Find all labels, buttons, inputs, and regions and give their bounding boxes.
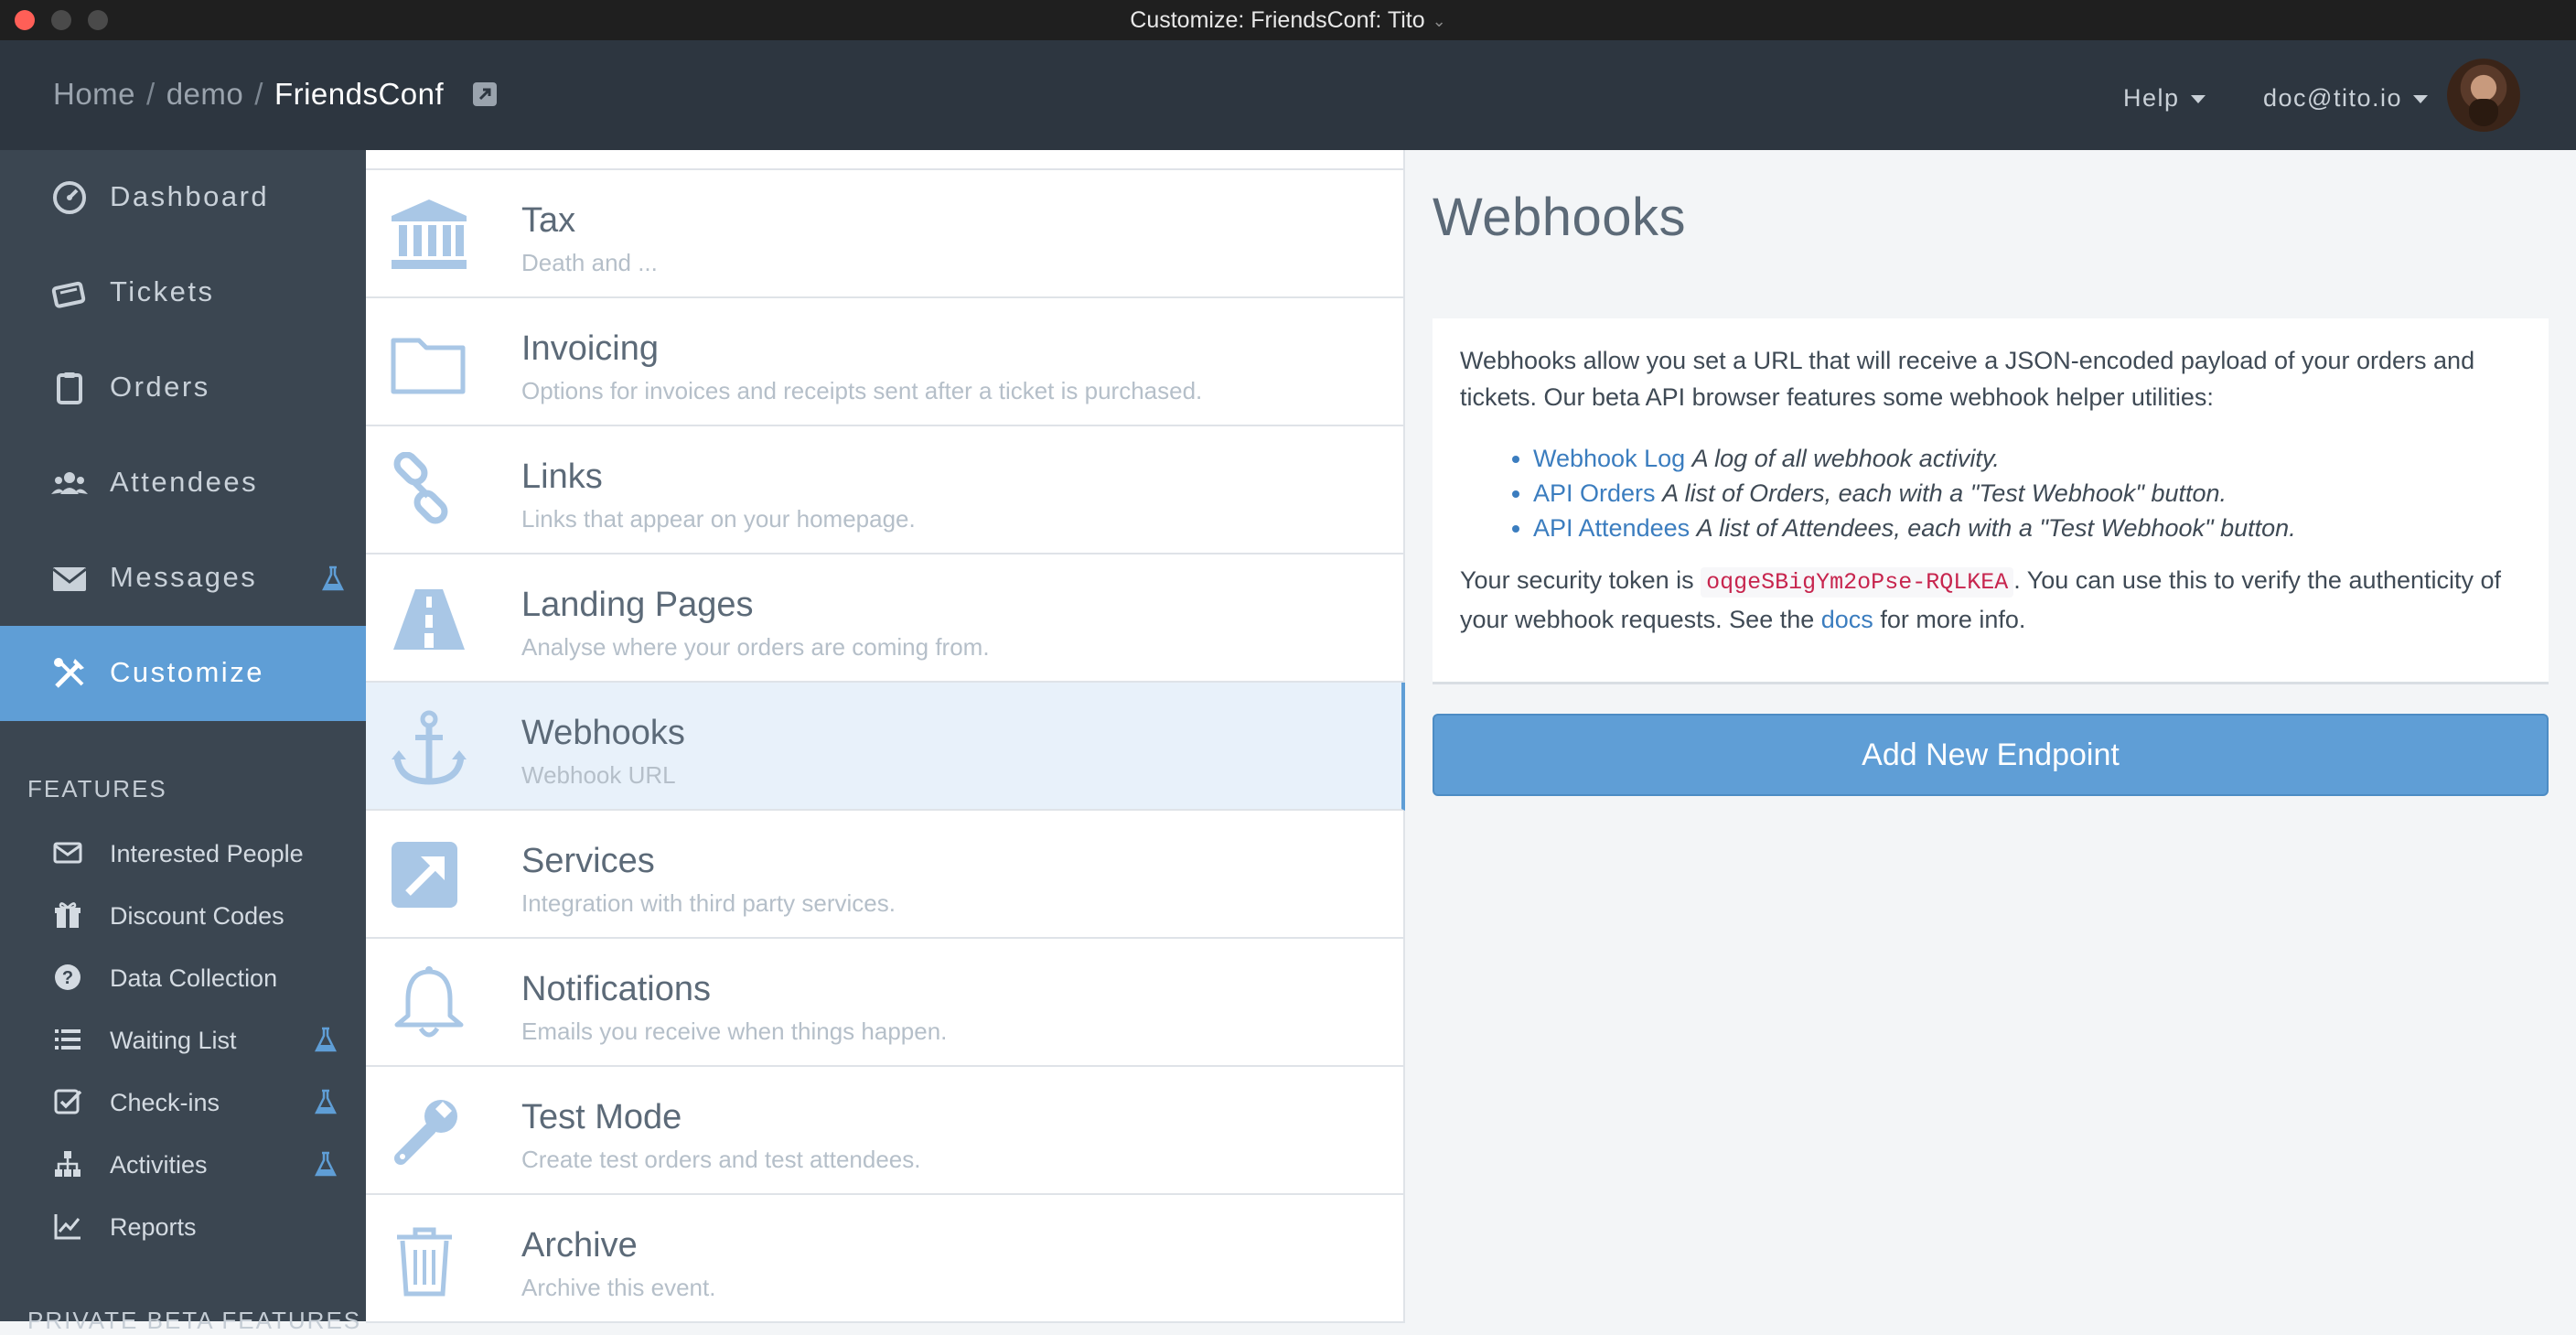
beta-flask-icon: [315, 1027, 337, 1052]
dashboard-icon: [53, 181, 86, 214]
settings-item-archive[interactable]: Archive Archive this event.: [366, 1195, 1405, 1323]
user-menu[interactable]: doc@tito.io: [2263, 84, 2428, 113]
anchor-icon: [392, 710, 467, 785]
chain-link-icon: [393, 452, 448, 524]
breadcrumb-home[interactable]: Home: [53, 77, 135, 111]
security-token-text: Your security token is oqgeSBigYm2oPse-R…: [1460, 566, 2502, 633]
external-link-square-icon: [392, 842, 457, 908]
beta-flask-icon: [315, 1151, 337, 1177]
settings-item-test-mode[interactable]: Test Mode Create test orders and test at…: [366, 1067, 1405, 1195]
add-new-endpoint-button[interactable]: Add New Endpoint: [1433, 714, 2549, 796]
window-titlebar: Customize: FriendsConf: Tito ⌄: [0, 0, 2576, 40]
settings-item-landing-pages[interactable]: Landing Pages Analyse where your orders …: [366, 554, 1405, 683]
sidebar-item-customize[interactable]: Customize: [0, 626, 366, 721]
question-circle-icon: ?: [55, 964, 80, 990]
sidebar-item-orders[interactable]: Orders: [0, 340, 366, 436]
line-chart-icon: [54, 1214, 80, 1240]
features-section-title: FEATURES: [27, 775, 167, 802]
docs-link[interactable]: docs: [1821, 606, 1873, 633]
api-links-list: Webhook Log A log of all webhook activit…: [1533, 441, 2296, 545]
settings-item-webhooks[interactable]: Webhooks Webhook URL: [366, 683, 1405, 811]
sidebar-item-reports[interactable]: Reports: [0, 1199, 366, 1254]
road-icon: [393, 589, 465, 650]
chevron-down-icon[interactable]: ⌄: [1433, 12, 1446, 31]
settings-list: Tax Death and ... Invoicing Options for …: [366, 150, 1405, 1323]
sidebar: Dashboard Tickets Orders Attendees Messa…: [0, 150, 366, 1334]
trash-icon: [397, 1227, 452, 1297]
list-item: Webhook Log A log of all webhook activit…: [1533, 441, 2296, 476]
security-token[interactable]: oqgeSBigYm2oPse-RQLKEA: [1701, 567, 2014, 598]
clipboard-icon: [57, 372, 82, 404]
settings-item-tax[interactable]: Tax Death and ...: [366, 170, 1405, 298]
breadcrumb-event[interactable]: FriendsConf: [274, 77, 444, 111]
app-header: Home / demo / FriendsConf Help doc@tito.io: [0, 40, 2576, 150]
external-link-icon[interactable]: [471, 81, 499, 108]
sidebar-item-discount-codes[interactable]: Discount Codes: [0, 888, 366, 942]
sidebar-item-messages[interactable]: Messages: [0, 531, 366, 626]
settings-item-links[interactable]: Links Links that appear on your homepage…: [366, 426, 1405, 554]
breadcrumb-account[interactable]: demo: [166, 77, 244, 111]
envelope-icon: [53, 842, 82, 864]
page-title: Webhooks: [1433, 188, 1686, 247]
sidebar-item-activities[interactable]: Activities: [0, 1136, 366, 1191]
webhook-log-link[interactable]: Webhook Log: [1533, 445, 1685, 472]
beta-flask-icon: [322, 565, 344, 591]
main-content: Webhooks Webhooks allow you set a URL th…: [1405, 150, 2576, 1321]
settings-item-services[interactable]: Services Integration with third party se…: [366, 811, 1405, 939]
wrench-icon: [394, 1100, 457, 1165]
webhooks-info-card: Webhooks allow you set a URL that will r…: [1433, 318, 2549, 684]
sidebar-item-interested-people[interactable]: Interested People: [0, 825, 366, 880]
bell-icon: [394, 966, 464, 1038]
webhooks-intro-text: Webhooks allow you set a URL that will r…: [1460, 347, 2475, 411]
sidebar-item-waiting-list[interactable]: Waiting List: [0, 1012, 366, 1067]
sidebar-item-tickets[interactable]: Tickets: [0, 245, 366, 340]
beta-flask-icon: [315, 1089, 337, 1114]
api-orders-link[interactable]: API Orders: [1533, 479, 1656, 507]
sidebar-item-attendees[interactable]: Attendees: [0, 436, 366, 531]
caret-down-icon: [2190, 95, 2206, 104]
bank-icon: [392, 199, 467, 269]
settings-item-invoicing[interactable]: Invoicing Options for invoices and recei…: [366, 298, 1405, 426]
list-item: API Orders A list of Orders, each with a…: [1533, 476, 2296, 511]
caret-down-icon: [2412, 95, 2428, 104]
list-icon: [55, 1029, 80, 1050]
avatar[interactable]: [2447, 59, 2520, 132]
list-item: API Attendees A list of Attendees, each …: [1533, 511, 2296, 545]
settings-item-notifications[interactable]: Notifications Emails you receive when th…: [366, 939, 1405, 1067]
people-icon: [51, 472, 88, 494]
sitemap-icon: [55, 1151, 80, 1177]
help-menu[interactable]: Help: [2123, 84, 2206, 113]
tools-icon: [54, 658, 84, 688]
gift-icon: [55, 902, 80, 928]
sidebar-item-data-collection[interactable]: ? Data Collection: [0, 950, 366, 1005]
envelope-icon: [52, 567, 87, 591]
sidebar-item-dashboard[interactable]: Dashboard: [0, 150, 366, 245]
folder-icon: [391, 338, 466, 394]
tickets-icon: [51, 281, 86, 308]
api-attendees-link[interactable]: API Attendees: [1533, 514, 1690, 542]
window-title: Customize: FriendsConf: Tito ⌄: [1130, 7, 1446, 33]
check-square-icon: [54, 1089, 82, 1114]
sidebar-item-check-ins[interactable]: Check-ins: [0, 1074, 366, 1129]
breadcrumb: Home / demo / FriendsConf: [53, 77, 445, 111]
svg-text:?: ?: [62, 968, 73, 988]
